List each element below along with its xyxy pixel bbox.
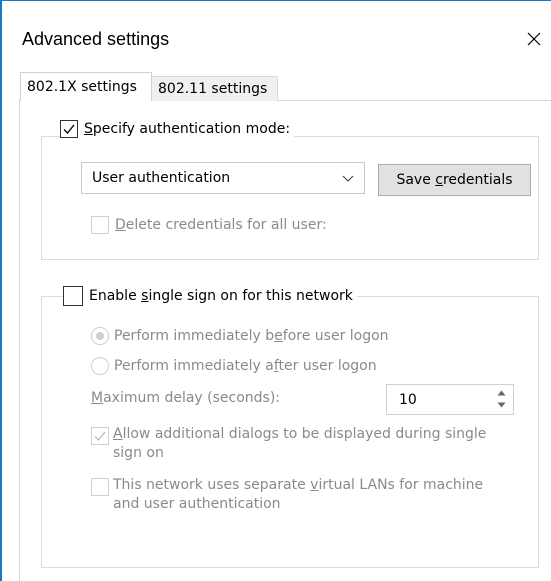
allow-dialogs-label: Allow additional dialogs to be displayed… (113, 426, 487, 461)
spinner-down-button[interactable] (491, 399, 511, 411)
allow-dialogs-checkbox[interactable] (91, 427, 109, 445)
auth-mode-value: User authentication (92, 170, 231, 186)
specify-auth-mode-row[interactable]: Specify authentication mode: (60, 120, 295, 138)
maximum-delay-value: 10 (399, 391, 417, 408)
window-border-left (0, 0, 2, 581)
maximum-delay-spinner[interactable]: 10 (386, 384, 514, 415)
perform-before-logon-radio[interactable] (91, 327, 109, 345)
allow-dialogs-row[interactable]: Allow additional dialogs to be displayed… (91, 425, 486, 463)
separate-vlans-label: This network uses separate virtual LANs … (113, 477, 484, 512)
perform-after-logon-label: Perform immediately after user logon (114, 358, 377, 374)
close-button[interactable] (517, 20, 551, 58)
dialog-title: Advanced settings (22, 29, 170, 49)
checkmark-icon (63, 124, 75, 134)
specify-auth-mode-checkbox[interactable] (60, 120, 78, 138)
tab-802-11-settings[interactable]: 802.11 settings (151, 76, 278, 101)
maximum-delay-label: Maximum delay (seconds): (91, 390, 281, 406)
delete-credentials-checkbox[interactable] (91, 216, 109, 234)
save-credentials-button[interactable]: Save credentials (378, 164, 531, 196)
enable-sso-checkbox[interactable] (63, 286, 83, 306)
tab-label: 802.1X settings (27, 79, 137, 95)
chevron-down-icon (342, 175, 354, 182)
advanced-settings-dialog: Advanced settings 802.1X settings 802.11… (0, 0, 551, 581)
perform-after-logon-row[interactable]: Perform immediately after user logon (91, 357, 377, 375)
maximum-delay-row: Maximum delay (seconds): (91, 390, 280, 406)
delete-credentials-label: Delete credentials for all user: (115, 217, 327, 233)
authentication-group (41, 136, 539, 260)
separate-vlans-row[interactable]: This network uses separate virtual LANs … (91, 476, 483, 514)
save-credentials-label: Save credentials (396, 172, 513, 188)
perform-before-logon-label: Perform immediately before user logon (114, 328, 389, 344)
perform-before-logon-row[interactable]: Perform immediately before user logon (91, 327, 389, 345)
tab-802-1x-settings[interactable]: 802.1X settings (20, 72, 152, 101)
spinner-up-button[interactable] (491, 387, 511, 399)
perform-after-logon-radio[interactable] (91, 357, 109, 375)
close-icon (527, 32, 541, 46)
separate-vlans-checkbox[interactable] (91, 478, 109, 496)
checkmark-icon (94, 431, 106, 441)
window-border-top (0, 0, 551, 1)
delete-credentials-row[interactable]: Delete credentials for all user: (91, 216, 327, 234)
enable-sso-row[interactable]: Enable single sign on for this network (63, 286, 357, 306)
specify-auth-mode-label: Specify authentication mode: (84, 121, 291, 137)
chevron-up-icon (497, 390, 505, 396)
chevron-down-icon (497, 402, 505, 408)
enable-sso-label: Enable single sign on for this network (89, 288, 353, 304)
tab-label: 802.11 settings (158, 81, 268, 97)
auth-mode-dropdown[interactable]: User authentication (81, 162, 365, 194)
spinner-buttons (491, 387, 511, 412)
